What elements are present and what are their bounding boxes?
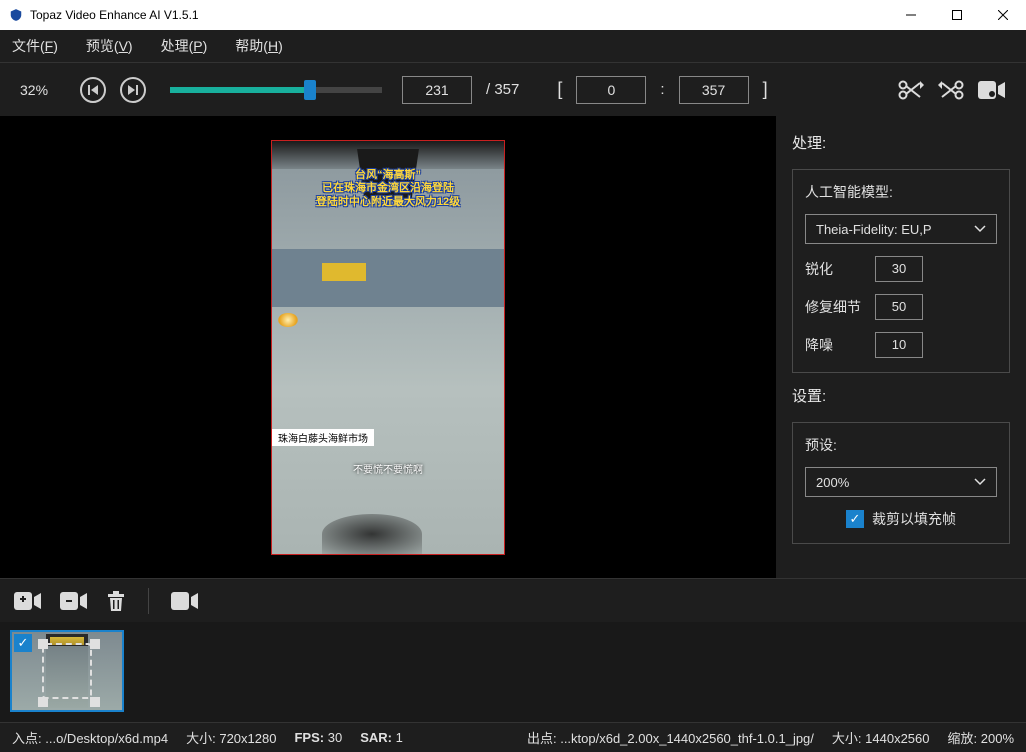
- video-subtitle: 不要慌不要慌啊: [272, 461, 504, 476]
- total-frames-label: / 357: [486, 81, 519, 98]
- cut-right-icon[interactable]: [938, 79, 964, 101]
- video-location-tag: 珠海白藤头海鲜市场: [272, 429, 374, 446]
- app-icon: [8, 7, 24, 23]
- in-point: 入点: ...o/Desktop/x6d.mp4: [12, 728, 168, 747]
- model-label: 人工智能模型:: [805, 182, 997, 202]
- settings-title: 设置:: [792, 385, 1010, 406]
- fps: FPS: 30: [294, 730, 342, 745]
- close-button[interactable]: [980, 0, 1026, 30]
- right-panel: 处理: 人工智能模型: Theia-Fidelity: EU,P 锐化 30 修…: [776, 116, 1026, 578]
- scale: 缩放: 200%: [948, 728, 1015, 747]
- bracket-close: ]: [763, 79, 768, 100]
- prev-frame-button[interactable]: [80, 77, 106, 103]
- toolbar-divider: [148, 588, 149, 614]
- video-frame: 台风“海高斯” 已在珠海市金湾区沿海登陆 登陆时中心附近最大风力12级 珠海白藤…: [271, 140, 505, 555]
- out-size: 大小: 1440x2560: [832, 728, 930, 747]
- out-point: 出点: ...ktop/x6d_2.00x_1440x2560_thf-1.0.…: [527, 728, 814, 747]
- minimize-button[interactable]: [888, 0, 934, 30]
- crop-checkbox-row[interactable]: ✓ 裁剪以填充帧: [805, 509, 997, 529]
- playback-toolbar: 32% 231 / 357 [ 0 : 357 ]: [0, 62, 1026, 116]
- model-select[interactable]: Theia-Fidelity: EU,P: [805, 214, 997, 244]
- clip-toolbar: [0, 578, 1026, 622]
- zoom-percent: 32%: [20, 82, 66, 98]
- settings-box: 预设: 200% ✓ 裁剪以填充帧: [792, 422, 1010, 544]
- thumbnail-item[interactable]: ✓: [10, 630, 124, 712]
- preset-select[interactable]: 200%: [805, 467, 997, 497]
- menubar: 文件(F) 预览(V) 处理(P) 帮助(H): [0, 30, 1026, 62]
- preset-label: 预设:: [805, 435, 997, 455]
- video-viewer: 台风“海高斯” 已在珠海市金湾区沿海登陆 登陆时中心附近最大风力12级 珠海白藤…: [0, 116, 776, 578]
- in-size: 大小: 720x1280: [186, 728, 276, 747]
- menu-file[interactable]: 文件(F): [12, 36, 58, 56]
- maximize-button[interactable]: [934, 0, 980, 30]
- preset-value: 200%: [816, 475, 849, 490]
- menu-process[interactable]: 处理(P): [161, 36, 208, 56]
- menu-preview[interactable]: 预览(V): [86, 36, 133, 56]
- remove-clip-button[interactable]: [60, 591, 88, 611]
- chevron-down-icon: [974, 225, 986, 233]
- statusbar: 入点: ...o/Desktop/x6d.mp4 大小: 720x1280 FP…: [0, 722, 1026, 752]
- current-frame-input[interactable]: 231: [402, 76, 472, 104]
- model-value: Theia-Fidelity: EU,P: [816, 222, 932, 237]
- record-icon[interactable]: [978, 81, 1006, 99]
- restore-label: 修复细节: [805, 297, 863, 317]
- video-headline: 台风“海高斯” 已在珠海市金湾区沿海登陆 登陆时中心附近最大风力12级: [272, 169, 504, 210]
- next-frame-button[interactable]: [120, 77, 146, 103]
- denoise-input[interactable]: 10: [875, 332, 923, 358]
- add-clip-button[interactable]: [14, 591, 42, 611]
- menu-help[interactable]: 帮助(H): [235, 36, 282, 56]
- bracket-open: [: [557, 79, 562, 100]
- crop-overlay-icon: [42, 643, 92, 699]
- restore-input[interactable]: 50: [875, 294, 923, 320]
- camera-button[interactable]: [171, 592, 199, 610]
- titlebar: Topaz Video Enhance AI V1.5.1: [0, 0, 1026, 30]
- sharpen-input[interactable]: 30: [875, 256, 923, 282]
- trash-button[interactable]: [106, 590, 126, 612]
- processing-box: 人工智能模型: Theia-Fidelity: EU,P 锐化 30 修复细节 …: [792, 169, 1010, 373]
- thumbnail-check-icon[interactable]: ✓: [14, 634, 32, 652]
- titlebar-title: Topaz Video Enhance AI V1.5.1: [30, 8, 888, 22]
- sharpen-label: 锐化: [805, 259, 863, 279]
- denoise-label: 降噪: [805, 335, 863, 355]
- slider-thumb[interactable]: [304, 80, 316, 100]
- crop-label: 裁剪以填充帧: [872, 509, 956, 529]
- thumbnail-strip: ✓: [0, 622, 1026, 722]
- range-sep: :: [660, 81, 664, 98]
- processing-title: 处理:: [792, 132, 1010, 153]
- chevron-down-icon: [974, 478, 986, 486]
- cut-left-icon[interactable]: [898, 79, 924, 101]
- slider-fill: [170, 87, 308, 93]
- range-start-input[interactable]: 0: [576, 76, 646, 104]
- crop-checkbox[interactable]: ✓: [846, 510, 864, 528]
- range-end-input[interactable]: 357: [679, 76, 749, 104]
- sar: SAR: 1: [360, 730, 403, 745]
- timeline-slider[interactable]: [170, 87, 382, 93]
